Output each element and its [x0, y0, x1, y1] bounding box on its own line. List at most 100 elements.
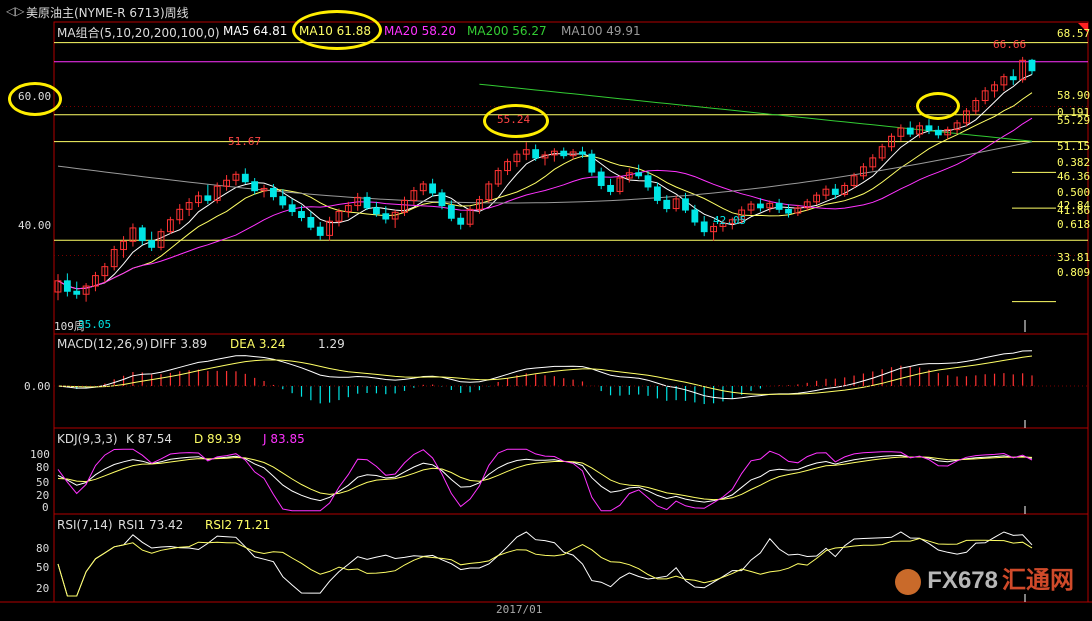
candle-body-59	[607, 184, 614, 192]
highlight-55-24	[483, 104, 549, 138]
rsi-label: RSI(7,14)	[57, 518, 113, 532]
candle-body-83	[831, 188, 839, 195]
candle-body-41	[438, 192, 446, 207]
candle-body-25	[288, 204, 296, 213]
fib-level-51-15: 51.15	[1057, 140, 1091, 153]
fib-level-0-382: 0.382	[1057, 156, 1091, 169]
back-forward-icon[interactable]: ◁▷	[6, 4, 24, 18]
candle-body-24	[279, 196, 287, 206]
rsi2-line	[57, 537, 1033, 597]
kdj-tick-100: 100	[30, 448, 50, 461]
ma-group-label: MA组合(5,10,20,200,100,0)	[57, 26, 220, 40]
candle-body-102	[1009, 76, 1017, 81]
macd-value: 1.29	[318, 337, 345, 351]
candle-body-51	[532, 149, 540, 159]
candle-body-10	[148, 240, 156, 248]
candle-body-26	[298, 211, 305, 219]
ma100-value: MA100 49.91	[561, 24, 641, 38]
candle-body-58	[597, 171, 605, 186]
candle-body-35	[382, 213, 390, 220]
candle-body-20	[241, 173, 249, 183]
candle-body-75	[757, 203, 764, 209]
kdj-d-line	[57, 456, 1033, 501]
candle-body-27	[307, 217, 315, 228]
ma200-value: MA200 56.27	[467, 24, 547, 38]
candle-body-78	[785, 208, 792, 214]
candle-body-1	[63, 280, 71, 292]
candle-body-65	[663, 199, 671, 210]
macd-diff: DIFF 3.89	[150, 337, 208, 351]
highlight-ma10	[292, 10, 382, 50]
candle-body-56	[579, 151, 586, 155]
candle-body-54	[560, 150, 568, 157]
macd-dea: DEA 3.24	[230, 337, 286, 351]
candle-body-43	[457, 217, 465, 225]
date-label: 2017/01	[496, 603, 543, 616]
fib-level-58-90: 58.90	[1057, 89, 1091, 102]
candle-body-28	[316, 226, 324, 236]
candle-body-64	[653, 186, 661, 201]
rsi-tick-80: 80	[36, 542, 50, 555]
candle-body-67	[682, 198, 689, 211]
annotation-high-recent: 66.66	[993, 38, 1027, 51]
ma5-line	[57, 74, 1033, 290]
candle-body-63	[644, 175, 652, 188]
fx678-logo: FX678 汇通网	[895, 560, 1074, 595]
kdj-tick-50: 50	[36, 476, 50, 489]
candle-body-21	[251, 181, 259, 192]
macd-zero-tick: 0.00	[24, 380, 51, 393]
candle-body-33	[363, 196, 371, 209]
ma100-line	[57, 141, 1033, 204]
candle-body-9	[138, 227, 146, 242]
rsi-tick-50: 50	[36, 561, 50, 574]
fib-level-55-29: 55.29	[1057, 114, 1091, 127]
rsi-tick-20: 20	[36, 582, 50, 595]
candle-body-77	[775, 202, 783, 210]
annotation-low-start: 35.05	[78, 318, 112, 331]
ma20-value: MA20 58.20	[384, 24, 456, 38]
panel-frame-1	[53, 333, 1089, 429]
macd-label: MACD(12,26,9)	[57, 337, 149, 351]
highlight-recent-breakout	[916, 92, 960, 120]
kdj-k: K 87.54	[126, 432, 173, 446]
price-tick-40: 40.00	[18, 219, 52, 232]
macd-diff-line	[57, 350, 1033, 400]
kdj-j: J 83.85	[263, 432, 305, 446]
rsi2-value: RSI2 71.21	[205, 518, 271, 532]
candle-body-94	[934, 129, 942, 136]
fib-level-0-809: 0.809	[1057, 266, 1091, 279]
annotation-low-mid: 42.05	[713, 214, 747, 227]
candle-body-91	[906, 127, 914, 135]
kdj-tick-0: 0	[42, 501, 49, 514]
candle-body-69	[700, 221, 708, 233]
chart-title: 美原油主(NYME-R 6713)周线	[26, 6, 189, 20]
candle-body-68	[691, 209, 699, 223]
ma5-value: MA5 64.81	[223, 24, 288, 38]
fib-level-68-57: 68.57	[1057, 27, 1091, 40]
logo-text-huitong: 汇通网	[1002, 567, 1074, 594]
candle-body-34	[373, 207, 380, 215]
ma20-line	[57, 117, 1033, 290]
highlight-60-level	[8, 82, 62, 116]
candle-body-40	[429, 183, 437, 194]
candle-body-93	[925, 125, 933, 131]
title-bar: ◁▷ 美原油主(NYME-R 6713)周线	[0, 0, 1092, 22]
candle-body-62	[635, 172, 643, 177]
fib-level-0-618: 0.618	[1057, 218, 1091, 231]
logo-ball-icon	[895, 568, 922, 595]
fib-level-33-81: 33.81	[1057, 251, 1091, 264]
logo-text-fx678: FX678	[927, 567, 998, 594]
candle-body-104	[1028, 59, 1036, 72]
kdj-label: KDJ(9,3,3)	[57, 432, 118, 446]
rsi1-value: RSI1 73.42	[118, 518, 184, 532]
candle-body-2	[73, 290, 81, 295]
fib-level-41-86: 41.86	[1057, 204, 1091, 217]
fib-level-0-500: 0.500	[1057, 186, 1091, 199]
fib-level-46-36: 46.36	[1057, 170, 1091, 183]
kdj-tick-80: 80	[36, 461, 50, 474]
candle-body-57	[588, 153, 596, 173]
panel-frame-0	[53, 21, 1089, 335]
kdj-d: D 89.39	[194, 432, 242, 446]
rsi1-line	[57, 531, 1033, 597]
candle-body-23	[270, 187, 277, 198]
